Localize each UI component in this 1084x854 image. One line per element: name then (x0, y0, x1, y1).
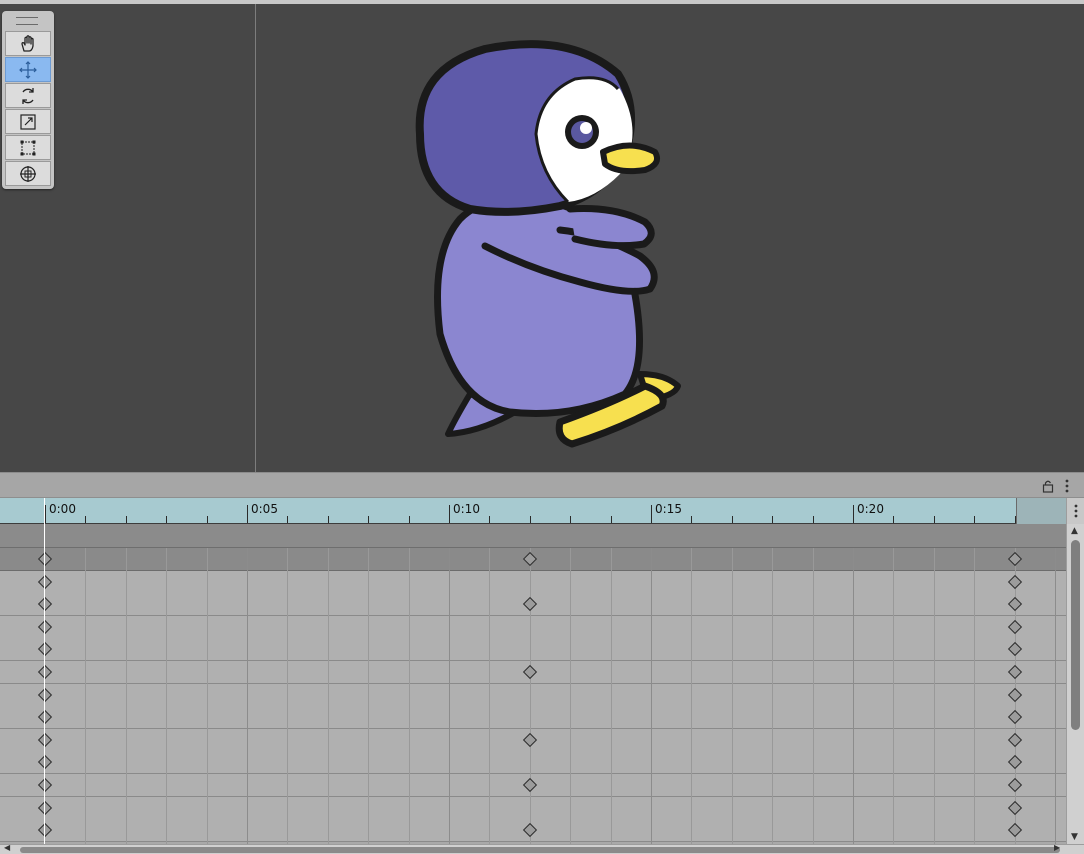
timeline-gridline (166, 548, 167, 844)
timeline-gridline (772, 548, 773, 844)
timeline-gridline (449, 548, 450, 844)
time-ruler[interactable]: 0:000:050:100:150:200 (0, 498, 1072, 524)
ruler-tick (570, 516, 571, 523)
ruler-tick (287, 516, 288, 523)
ruler-tick (813, 516, 814, 523)
timeline-gridline (207, 548, 208, 844)
palette-grip-icon[interactable] (16, 17, 38, 25)
animation-timeline: 0:000:050:100:150:200 ▲ ▼ ◀ ▶ (0, 472, 1084, 854)
penguin-sprite[interactable] (400, 34, 700, 454)
rect-tool-button[interactable] (5, 135, 51, 160)
ruler-tick (691, 516, 692, 523)
timeline-gridline (489, 548, 490, 844)
ruler-tick (247, 505, 248, 523)
ruler-tick (651, 505, 652, 523)
transform-tool-button[interactable] (5, 161, 51, 186)
dopesheet-keys[interactable] (0, 548, 1066, 844)
timeline-gridline (893, 548, 894, 844)
timeline-gridline (409, 548, 410, 844)
key-row[interactable] (0, 684, 1066, 707)
ruler-tick (974, 516, 975, 523)
ruler-tick (45, 505, 46, 523)
ruler-label: 0:20 (857, 502, 884, 516)
timeline-gridline (732, 548, 733, 844)
timeline-gridline (651, 548, 652, 844)
ruler-label: 0:05 (251, 502, 278, 516)
summary-track (0, 524, 1066, 548)
ruler-menu-button[interactable] (1066, 498, 1084, 524)
scroll-up-icon[interactable]: ▲ (1071, 526, 1078, 536)
ruler-tick (934, 516, 935, 523)
penguin-beak (600, 142, 660, 175)
time-ruler-overflow (1016, 498, 1066, 524)
timeline-gridline (1055, 548, 1056, 844)
scale-icon (20, 113, 36, 130)
hand-icon (21, 34, 34, 52)
ruler-tick (126, 516, 127, 523)
vertical-scroll-thumb[interactable] (1071, 540, 1080, 730)
timeline-gridline (530, 548, 531, 844)
ruler-tick (853, 505, 854, 523)
kebab-menu-icon (1074, 504, 1078, 518)
ruler-tick (530, 516, 531, 523)
ruler-tick (611, 516, 612, 523)
scroll-right-icon[interactable]: ▶ (1054, 843, 1060, 852)
ruler-tick (772, 516, 773, 523)
timeline-gridline (287, 548, 288, 844)
horizontal-scroll-thumb[interactable] (20, 847, 1060, 853)
timeline-gridline (126, 548, 127, 844)
timeline-gridline (328, 548, 329, 844)
ruler-tick (207, 516, 208, 523)
lock-icon[interactable] (1042, 479, 1054, 493)
ruler-tick (449, 505, 450, 523)
move-icon (19, 60, 37, 79)
ruler-tick (328, 516, 329, 523)
scroll-down-icon[interactable]: ▼ (1071, 832, 1078, 842)
scene-view[interactable] (0, 0, 1084, 472)
rotate-tool-button[interactable] (5, 83, 51, 108)
timeline-gridline (368, 548, 369, 844)
key-row[interactable] (0, 706, 1066, 729)
timeline-gridline (247, 548, 248, 844)
ruler-tick (85, 516, 86, 523)
timeline-gridline (570, 548, 571, 844)
ruler-tick (166, 516, 167, 523)
rotate-icon (22, 87, 34, 104)
timeline-gridline (974, 548, 975, 844)
ruler-tick (732, 516, 733, 523)
scale-tool-button[interactable] (5, 109, 51, 134)
scroll-left-icon[interactable]: ◀ (4, 843, 10, 852)
timeline-gridline (853, 548, 854, 844)
ruler-tick (489, 516, 490, 523)
key-row[interactable] (0, 638, 1066, 661)
timeline-gridline (85, 548, 86, 844)
key-row[interactable] (0, 797, 1066, 820)
vertical-scrollbar[interactable]: ▲ ▼ (1066, 524, 1084, 844)
key-row[interactable] (0, 751, 1066, 774)
timeline-header (0, 472, 1084, 498)
move-tool-button[interactable] (5, 57, 51, 82)
hand-tool-button[interactable] (5, 31, 51, 56)
ruler-tick (368, 516, 369, 523)
ruler-label: 0:10 (453, 502, 480, 516)
ruler-label: 0:15 (655, 502, 682, 516)
transform-icon (20, 165, 36, 182)
key-row[interactable] (0, 616, 1066, 639)
tool-palette (2, 11, 54, 189)
rect-transform-icon (20, 140, 36, 155)
ruler-tick (409, 516, 410, 523)
timeline-gridline (611, 548, 612, 844)
timeline-gridline (934, 548, 935, 844)
kebab-menu-icon[interactable] (1064, 479, 1070, 493)
timeline-gridline (813, 548, 814, 844)
penguin-wing (566, 205, 655, 250)
horizontal-scrollbar[interactable]: ◀ ▶ (0, 843, 1084, 854)
timeline-gridline (691, 548, 692, 844)
scene-guide-line (255, 4, 256, 472)
ruler-label: 0:00 (49, 502, 76, 516)
ruler-tick (893, 516, 894, 523)
key-row[interactable] (0, 571, 1066, 594)
playhead[interactable] (44, 498, 45, 844)
